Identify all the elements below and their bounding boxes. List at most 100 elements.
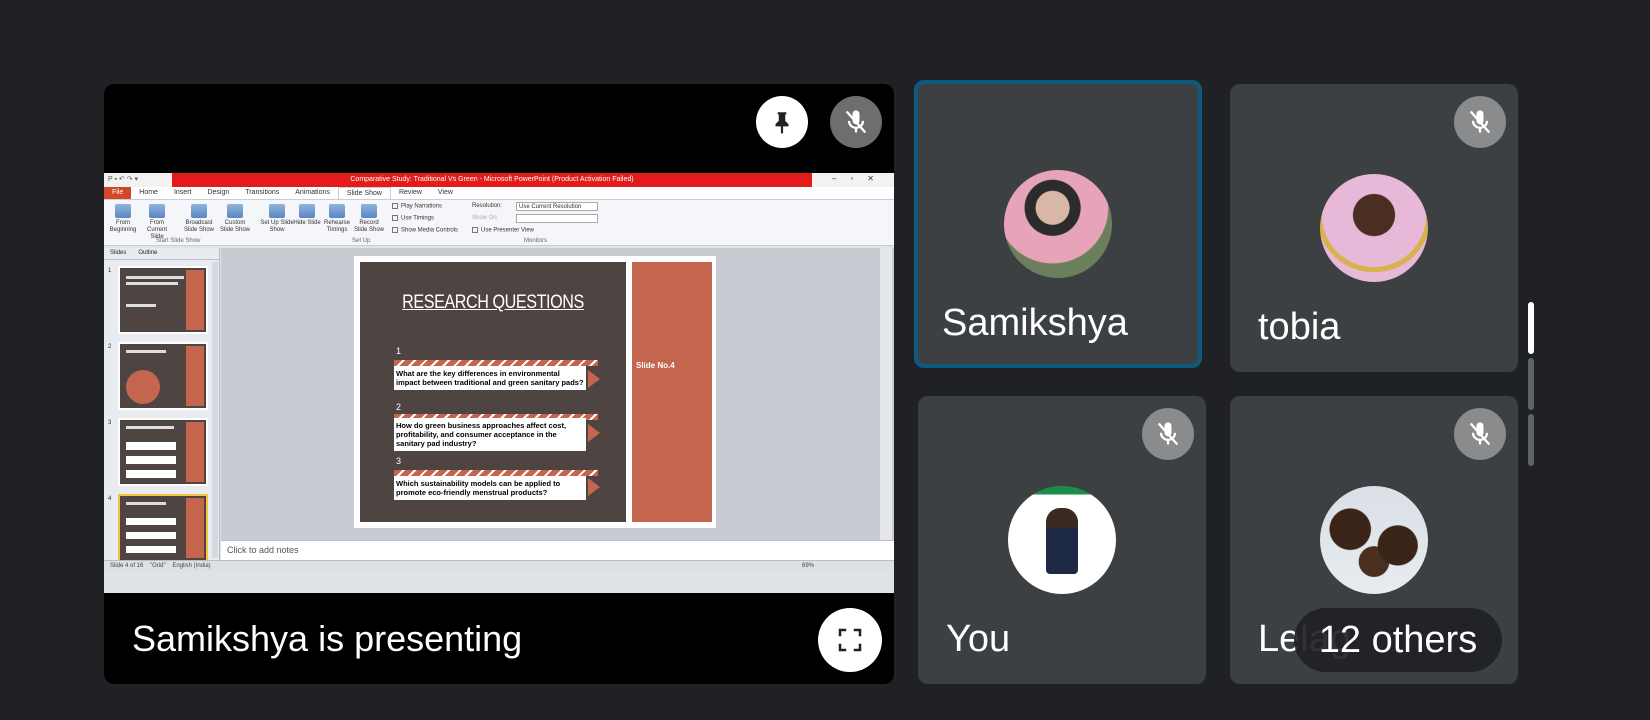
presentation-tile[interactable]: P ▪ ↶ ↷ ▾ Comparative Study: Traditional… xyxy=(104,84,894,684)
group-setup-label: Set Up xyxy=(352,238,371,244)
slides-panel-tabs: Slides Outline xyxy=(104,248,219,260)
presenting-label: Samikshya is presenting xyxy=(132,618,523,659)
from-beginning-button: From Beginning xyxy=(106,204,140,234)
ppt-titlebar: P ▪ ↶ ↷ ▾ Comparative Study: Traditional… xyxy=(104,173,894,187)
avatar xyxy=(1004,170,1112,278)
slideshow-icon xyxy=(115,204,131,218)
slide-thumbnail xyxy=(118,418,208,486)
show-media-checkbox: Show Media Controls xyxy=(392,227,458,234)
window-controls: –▫✕ xyxy=(832,174,888,183)
mic-off-icon xyxy=(1469,422,1491,446)
slide-thumbnail-selected xyxy=(118,494,208,562)
slide-side-panel: Slide No.4 xyxy=(632,262,712,522)
participant-tile-you[interactable]: You xyxy=(918,396,1206,684)
resolution-select: Use Current Resolution xyxy=(516,202,598,211)
group-start-label: Start Slide Show xyxy=(156,238,201,244)
resolution-label: Resolution: xyxy=(472,203,503,209)
question-number: 1 xyxy=(396,346,402,356)
pin-icon xyxy=(775,112,789,134)
presenter-view-checkbox: Use Presenter View xyxy=(472,227,534,234)
question-box: Which sustainability models can be appli… xyxy=(394,476,586,500)
slide-number-label: Slide No.4 xyxy=(636,361,675,370)
thumb-number: 4 xyxy=(108,496,112,502)
notes-area: Click to add notes xyxy=(221,540,894,560)
participant-tile-lelag[interactable]: Lelag 12 others xyxy=(1230,396,1518,684)
timer-icon xyxy=(329,204,345,218)
thumb-number: 2 xyxy=(108,344,112,350)
hide-slide-icon xyxy=(299,204,315,218)
slideshow-icon xyxy=(149,204,165,218)
outline-tab: Outline xyxy=(138,250,158,256)
pin-button[interactable] xyxy=(756,96,808,148)
use-timings-checkbox: Use Timings xyxy=(392,215,434,222)
custom-show-button: Custom Slide Show xyxy=(218,204,252,234)
setup-icon xyxy=(269,204,285,218)
slide-canvas: RESEARCH QUESTIONS 1 What are the key di… xyxy=(221,248,894,540)
custom-show-icon xyxy=(227,204,243,218)
ppt-ribbon: From Beginning From Current Slide Broadc… xyxy=(104,200,894,246)
mic-off-icon xyxy=(1469,110,1491,134)
avatar xyxy=(1320,174,1428,282)
status-theme: "Grid" xyxy=(150,563,166,569)
mic-off-icon xyxy=(1157,422,1179,446)
slide-content: RESEARCH QUESTIONS 1 What are the key di… xyxy=(360,262,626,522)
fullscreen-icon xyxy=(838,628,862,652)
arrow-tip xyxy=(588,424,600,442)
status-language: English (India) xyxy=(172,563,211,569)
participant-tile-samikshya[interactable]: Samikshya xyxy=(914,80,1202,368)
question-number: 3 xyxy=(396,456,402,466)
avatar xyxy=(1008,486,1116,594)
mic-off-indicator xyxy=(1454,96,1506,148)
question-box: What are the key differences in environm… xyxy=(394,366,586,390)
pager-page-2[interactable] xyxy=(1528,358,1534,410)
avatar xyxy=(1320,486,1428,594)
participant-name: tobia xyxy=(1258,306,1341,348)
thumb-number: 1 xyxy=(108,268,112,274)
slides-scrollbar xyxy=(212,262,218,558)
ppt-tab-file: File xyxy=(104,187,132,199)
fullscreen-button[interactable] xyxy=(818,608,882,672)
question-box: How do green business approaches affect … xyxy=(394,418,586,451)
slide-thumbnail xyxy=(118,266,208,334)
pager-page-3[interactable] xyxy=(1528,414,1534,466)
record-button: Record Slide Show xyxy=(352,204,386,234)
hide-slide-button: Hide Slide xyxy=(290,204,324,227)
pager-page-1[interactable] xyxy=(1528,302,1534,354)
participant-name: You xyxy=(946,618,1011,660)
ppt-tab-view: View xyxy=(437,189,453,196)
arrow-tip xyxy=(588,370,600,388)
ppt-tab-review: Review xyxy=(398,189,422,196)
play-narrations-checkbox: Play Narrations xyxy=(392,203,442,210)
others-count-pill[interactable]: 12 others xyxy=(1294,608,1502,672)
ppt-tab-transitions: Transitions xyxy=(245,189,280,196)
ppt-status-bar: Slide 4 of 16 "Grid" English (India) 69% xyxy=(104,560,894,571)
setup-show-button: Set Up Slide Show xyxy=(260,204,294,234)
broadcast-button: Broadcast Slide Show xyxy=(182,204,216,234)
status-slide: Slide 4 of 16 xyxy=(110,563,144,569)
ppt-tab-animations: Animations xyxy=(295,189,330,196)
status-zoom: 69% xyxy=(801,563,814,569)
participant-name: Samikshya xyxy=(942,302,1128,344)
question-number: 2 xyxy=(396,402,402,412)
broadcast-icon xyxy=(191,204,207,218)
ppt-tab-insert: Insert xyxy=(173,189,192,196)
thumb-number: 3 xyxy=(108,420,112,426)
show-on-label: Show On: xyxy=(472,215,499,221)
participant-tile-tobia[interactable]: tobia xyxy=(1230,84,1518,372)
slide-thumbnail xyxy=(118,342,208,410)
slide-title: RESEARCH QUESTIONS xyxy=(402,292,584,313)
record-icon xyxy=(361,204,377,218)
slides-panel: Slides Outline 1 2 3 4 xyxy=(104,248,220,562)
quick-access-toolbar: P ▪ ↶ ↷ ▾ xyxy=(108,176,139,183)
current-slide: RESEARCH QUESTIONS 1 What are the key di… xyxy=(354,256,716,528)
ppt-ribbon-tabs: File Home Insert Design Transitions Anim… xyxy=(104,187,894,200)
ppt-tab-home: Home xyxy=(139,189,158,196)
rehearse-button: Rehearse Timings xyxy=(320,204,354,234)
group-monitors-label: Monitors xyxy=(524,238,548,244)
ppt-tab-design: Design xyxy=(207,189,230,196)
from-current-button: From Current Slide xyxy=(140,204,174,241)
show-on-select xyxy=(516,214,598,223)
mic-off-indicator xyxy=(1454,408,1506,460)
slides-tab: Slides xyxy=(110,250,127,256)
ppt-tab-slideshow: Slide Show xyxy=(337,187,391,199)
